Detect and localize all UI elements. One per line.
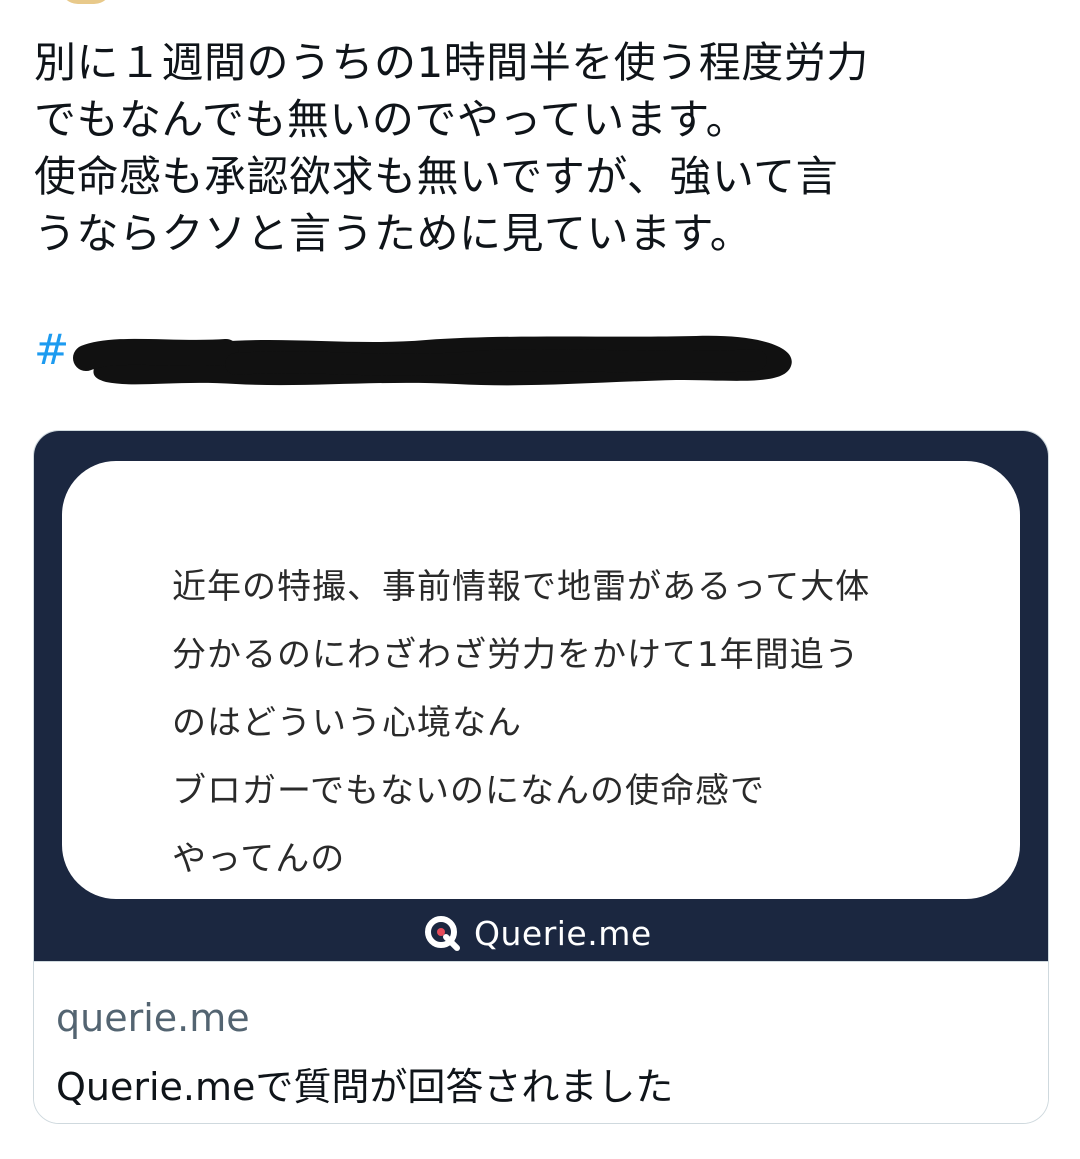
card-domain: querie.me (56, 996, 250, 1040)
avatar[interactable] (60, 0, 112, 4)
question-text: 近年の特撮、事前情報で地雷があるって大体 分かるのにわざわざ労力をかけて1年間追… (172, 553, 870, 893)
brand-footer: Querie.me (424, 913, 652, 953)
question-line: のはどういう心境なん (172, 703, 522, 743)
card-image: 近年の特撮、事前情報で地雷があるって大体 分かるのにわざわざ労力をかけて1年間追… (34, 431, 1048, 961)
redaction-scribble (73, 335, 792, 386)
link-card[interactable]: 近年の特撮、事前情報で地雷があるって大体 分かるのにわざわざ労力をかけて1年間追… (33, 430, 1049, 1124)
card-meta[interactable]: querie.me Querie.meで質問が回答されました (34, 961, 1048, 1123)
querie-logo-icon (425, 916, 460, 951)
question-line: ブロガーでもないのになんの使命感で (172, 771, 765, 811)
question-line: 分かるのにわざわざ労力をかけて1年間追う (172, 635, 860, 675)
card-title: Querie.meで質問が回答されました (56, 1065, 674, 1109)
question-line: やってんの (172, 839, 346, 879)
question-bubble: 近年の特撮、事前情報で地雷があるって大体 分かるのにわざわざ労力をかけて1年間追… (62, 461, 1020, 899)
tweet-line: 使命感も承認欲求も無いですが、強いて言 (34, 152, 839, 201)
tweet-line: うならクソと言うために見ています。 (34, 209, 753, 258)
tweet-line: でもなんでも無いのでやっています。 (34, 95, 749, 144)
question-line: 近年の特撮、事前情報で地雷があるって大体 (172, 567, 871, 607)
tweet-line: 別に１週間のうちの1時間半を使う程度労力 (34, 38, 869, 87)
tweet-text: 別に１週間のうちの1時間半を使う程度労力 でもなんでも無いのでやっています。 使… (34, 34, 1054, 262)
hashtag-row: # (34, 322, 794, 392)
brand-name: Querie.me (474, 913, 652, 953)
